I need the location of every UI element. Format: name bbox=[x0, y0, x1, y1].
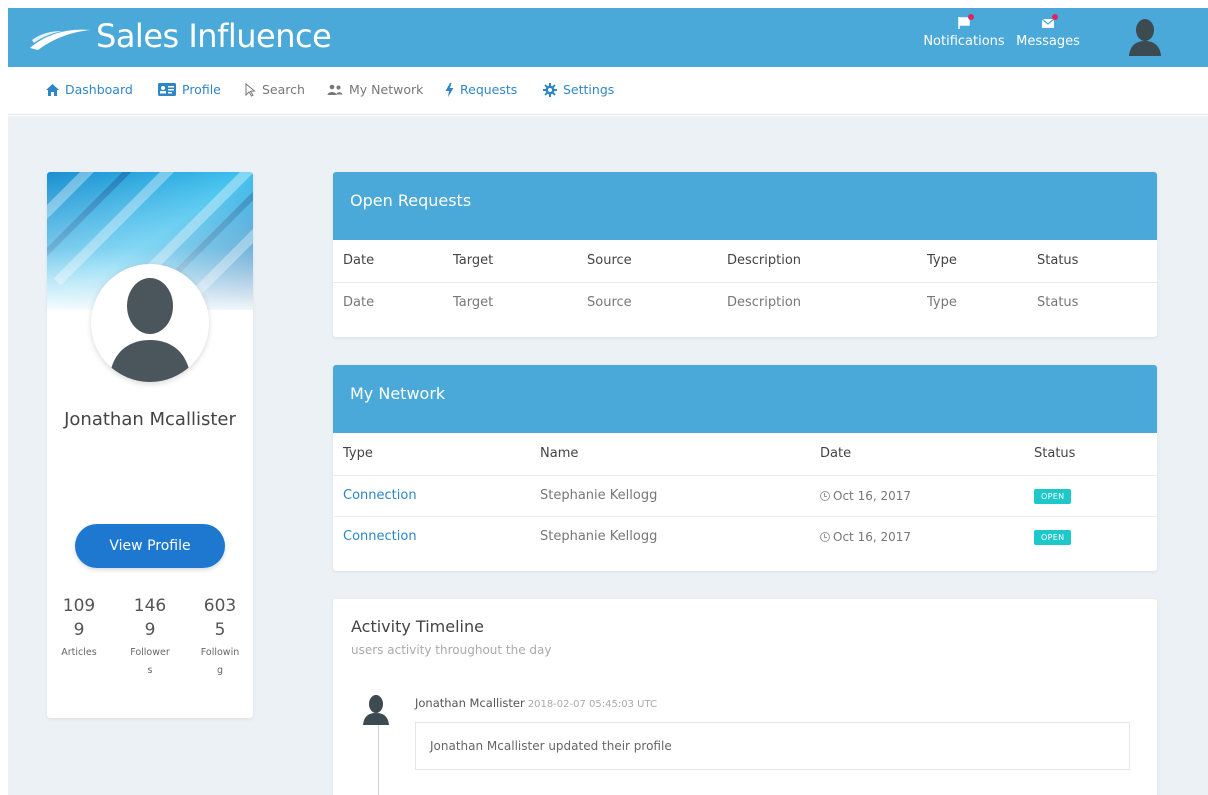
messages-link[interactable]: Messages bbox=[1010, 14, 1086, 49]
activity-title: Activity Timeline bbox=[351, 617, 484, 636]
table-row[interactable]: Date Target Source Description Type Stat… bbox=[333, 282, 1157, 323]
timeline-author[interactable]: Jonathan Mcallister bbox=[415, 696, 525, 710]
nav-requests[interactable]: Requests bbox=[445, 82, 517, 97]
cell-source: Source bbox=[587, 295, 632, 311]
connection-type-link[interactable]: Connection bbox=[343, 529, 417, 544]
col-description[interactable]: Description bbox=[717, 240, 917, 283]
nav-dashboard-label: Dashboard bbox=[65, 82, 133, 97]
table-header-row: Type Name Date Status bbox=[333, 433, 1157, 476]
stat-following-value: 6035 bbox=[203, 596, 237, 640]
app-header: Sales Influence Notifications Messages bbox=[8, 8, 1208, 67]
id-card-icon bbox=[158, 83, 176, 96]
open-requests-panel: Open Requests Date Target Source Descrip… bbox=[333, 172, 1157, 337]
timeline-entry-header: Jonathan Mcallister 2018-02-07 05:45:03 U… bbox=[415, 696, 657, 710]
cell-date: Oct 16, 2017 bbox=[810, 475, 1024, 517]
cell-name: Stephanie Kellogg bbox=[530, 475, 810, 517]
stat-followers-value: 1469 bbox=[133, 596, 167, 640]
stat-followers[interactable]: 1469 Followers bbox=[130, 594, 170, 680]
cell-type: Type bbox=[927, 295, 957, 311]
nav-profile[interactable]: Profile bbox=[158, 82, 221, 97]
timeline-entry-body: Jonathan Mcallister updated their profil… bbox=[415, 722, 1130, 770]
clock-icon bbox=[820, 490, 830, 501]
activity-subtitle: users activity throughout the day bbox=[351, 643, 552, 657]
nav-search[interactable]: Search bbox=[245, 82, 305, 97]
timeline-timestamp: 2018-02-07 05:45:03 UTC bbox=[527, 699, 657, 710]
my-network-table: Type Name Date Status Connection Stephan… bbox=[333, 433, 1157, 557]
col-source[interactable]: Source bbox=[577, 240, 717, 283]
stat-followers-label: Followers bbox=[130, 647, 170, 676]
nav-requests-label: Requests bbox=[460, 82, 518, 97]
connection-type-link[interactable]: Connection bbox=[343, 488, 417, 503]
cell-target: Target bbox=[453, 295, 494, 311]
main-nav: Dashboard Profile Search My Network Requ… bbox=[8, 67, 1208, 115]
table-row[interactable]: Connection Stephanie Kellogg Oct 16, 201… bbox=[333, 475, 1157, 517]
user-silhouette-icon bbox=[109, 278, 191, 382]
cell-description: Description bbox=[727, 295, 802, 311]
cell-date: Oct 16, 2017 bbox=[810, 516, 1024, 557]
cell-name: Stephanie Kellogg bbox=[540, 529, 658, 545]
cell-date: Date bbox=[343, 295, 375, 311]
table-row[interactable]: Connection Stephanie Kellogg Oct 16, 201… bbox=[333, 516, 1157, 557]
status-badge: OPEN bbox=[1034, 529, 1072, 545]
user-silhouette-icon bbox=[363, 695, 389, 725]
profile-name: Jonathan Mcallister bbox=[64, 409, 236, 430]
col-target[interactable]: Target bbox=[443, 240, 577, 283]
nav-settings[interactable]: Settings bbox=[543, 82, 614, 97]
home-icon bbox=[46, 83, 59, 96]
messages-label: Messages bbox=[1016, 34, 1080, 49]
stat-following[interactable]: 6035 Following bbox=[200, 594, 240, 680]
clock-icon bbox=[820, 531, 830, 542]
open-requests-table: Date Target Source Description Type Stat… bbox=[333, 240, 1157, 323]
col-type[interactable]: Type bbox=[333, 433, 530, 476]
profile-avatar[interactable] bbox=[91, 264, 209, 382]
nav-my-network-label: My Network bbox=[349, 82, 424, 97]
profile-card: Jonathan Mcallister View Profile 1099 Ar… bbox=[47, 172, 253, 718]
col-type[interactable]: Type bbox=[917, 240, 1027, 283]
status-badge: OPEN bbox=[1034, 488, 1072, 504]
notification-dot bbox=[968, 14, 974, 20]
user-avatar-icon[interactable] bbox=[1128, 18, 1162, 56]
stat-following-label: Following bbox=[200, 647, 240, 676]
table-header-row: Date Target Source Description Type Stat… bbox=[333, 240, 1157, 283]
nav-settings-label: Settings bbox=[563, 82, 615, 97]
app-title[interactable]: Sales Influence bbox=[96, 17, 332, 55]
envelope-icon bbox=[1040, 14, 1058, 32]
notifications-link[interactable]: Notifications bbox=[914, 14, 1014, 49]
cursor-icon bbox=[245, 82, 256, 97]
cell-date-text: Oct 16, 2017 bbox=[833, 529, 911, 544]
nav-search-label: Search bbox=[262, 82, 305, 97]
col-date[interactable]: Date bbox=[333, 240, 443, 283]
view-profile-button[interactable]: View Profile bbox=[75, 524, 225, 568]
users-icon bbox=[327, 84, 343, 95]
activity-timeline-panel: Activity Timeline users activity through… bbox=[333, 599, 1157, 795]
message-dot bbox=[1052, 14, 1058, 20]
col-date[interactable]: Date bbox=[810, 433, 1024, 476]
nav-dashboard[interactable]: Dashboard bbox=[46, 82, 133, 97]
nav-profile-label: Profile bbox=[182, 82, 221, 97]
stat-articles-label: Articles bbox=[61, 647, 97, 658]
flag-icon bbox=[956, 14, 974, 32]
stat-articles[interactable]: 1099 Articles bbox=[59, 594, 99, 662]
gear-icon bbox=[543, 82, 557, 97]
timeline-line bbox=[378, 724, 379, 795]
cell-date-text: Oct 16, 2017 bbox=[833, 488, 911, 503]
notifications-label: Notifications bbox=[923, 34, 1005, 49]
cell-status: Status bbox=[1037, 295, 1079, 311]
bolt-icon bbox=[445, 82, 454, 97]
col-name[interactable]: Name bbox=[530, 433, 810, 476]
stat-articles-value: 1099 bbox=[62, 596, 96, 640]
my-network-title: My Network bbox=[333, 365, 1157, 433]
logo-swoosh-icon bbox=[30, 29, 90, 50]
nav-my-network[interactable]: My Network bbox=[327, 82, 423, 97]
my-network-panel: My Network Type Name Date Status Connect… bbox=[333, 365, 1157, 571]
col-status[interactable]: Status bbox=[1024, 433, 1157, 476]
open-requests-title: Open Requests bbox=[333, 172, 1157, 240]
col-status[interactable]: Status bbox=[1027, 240, 1157, 283]
